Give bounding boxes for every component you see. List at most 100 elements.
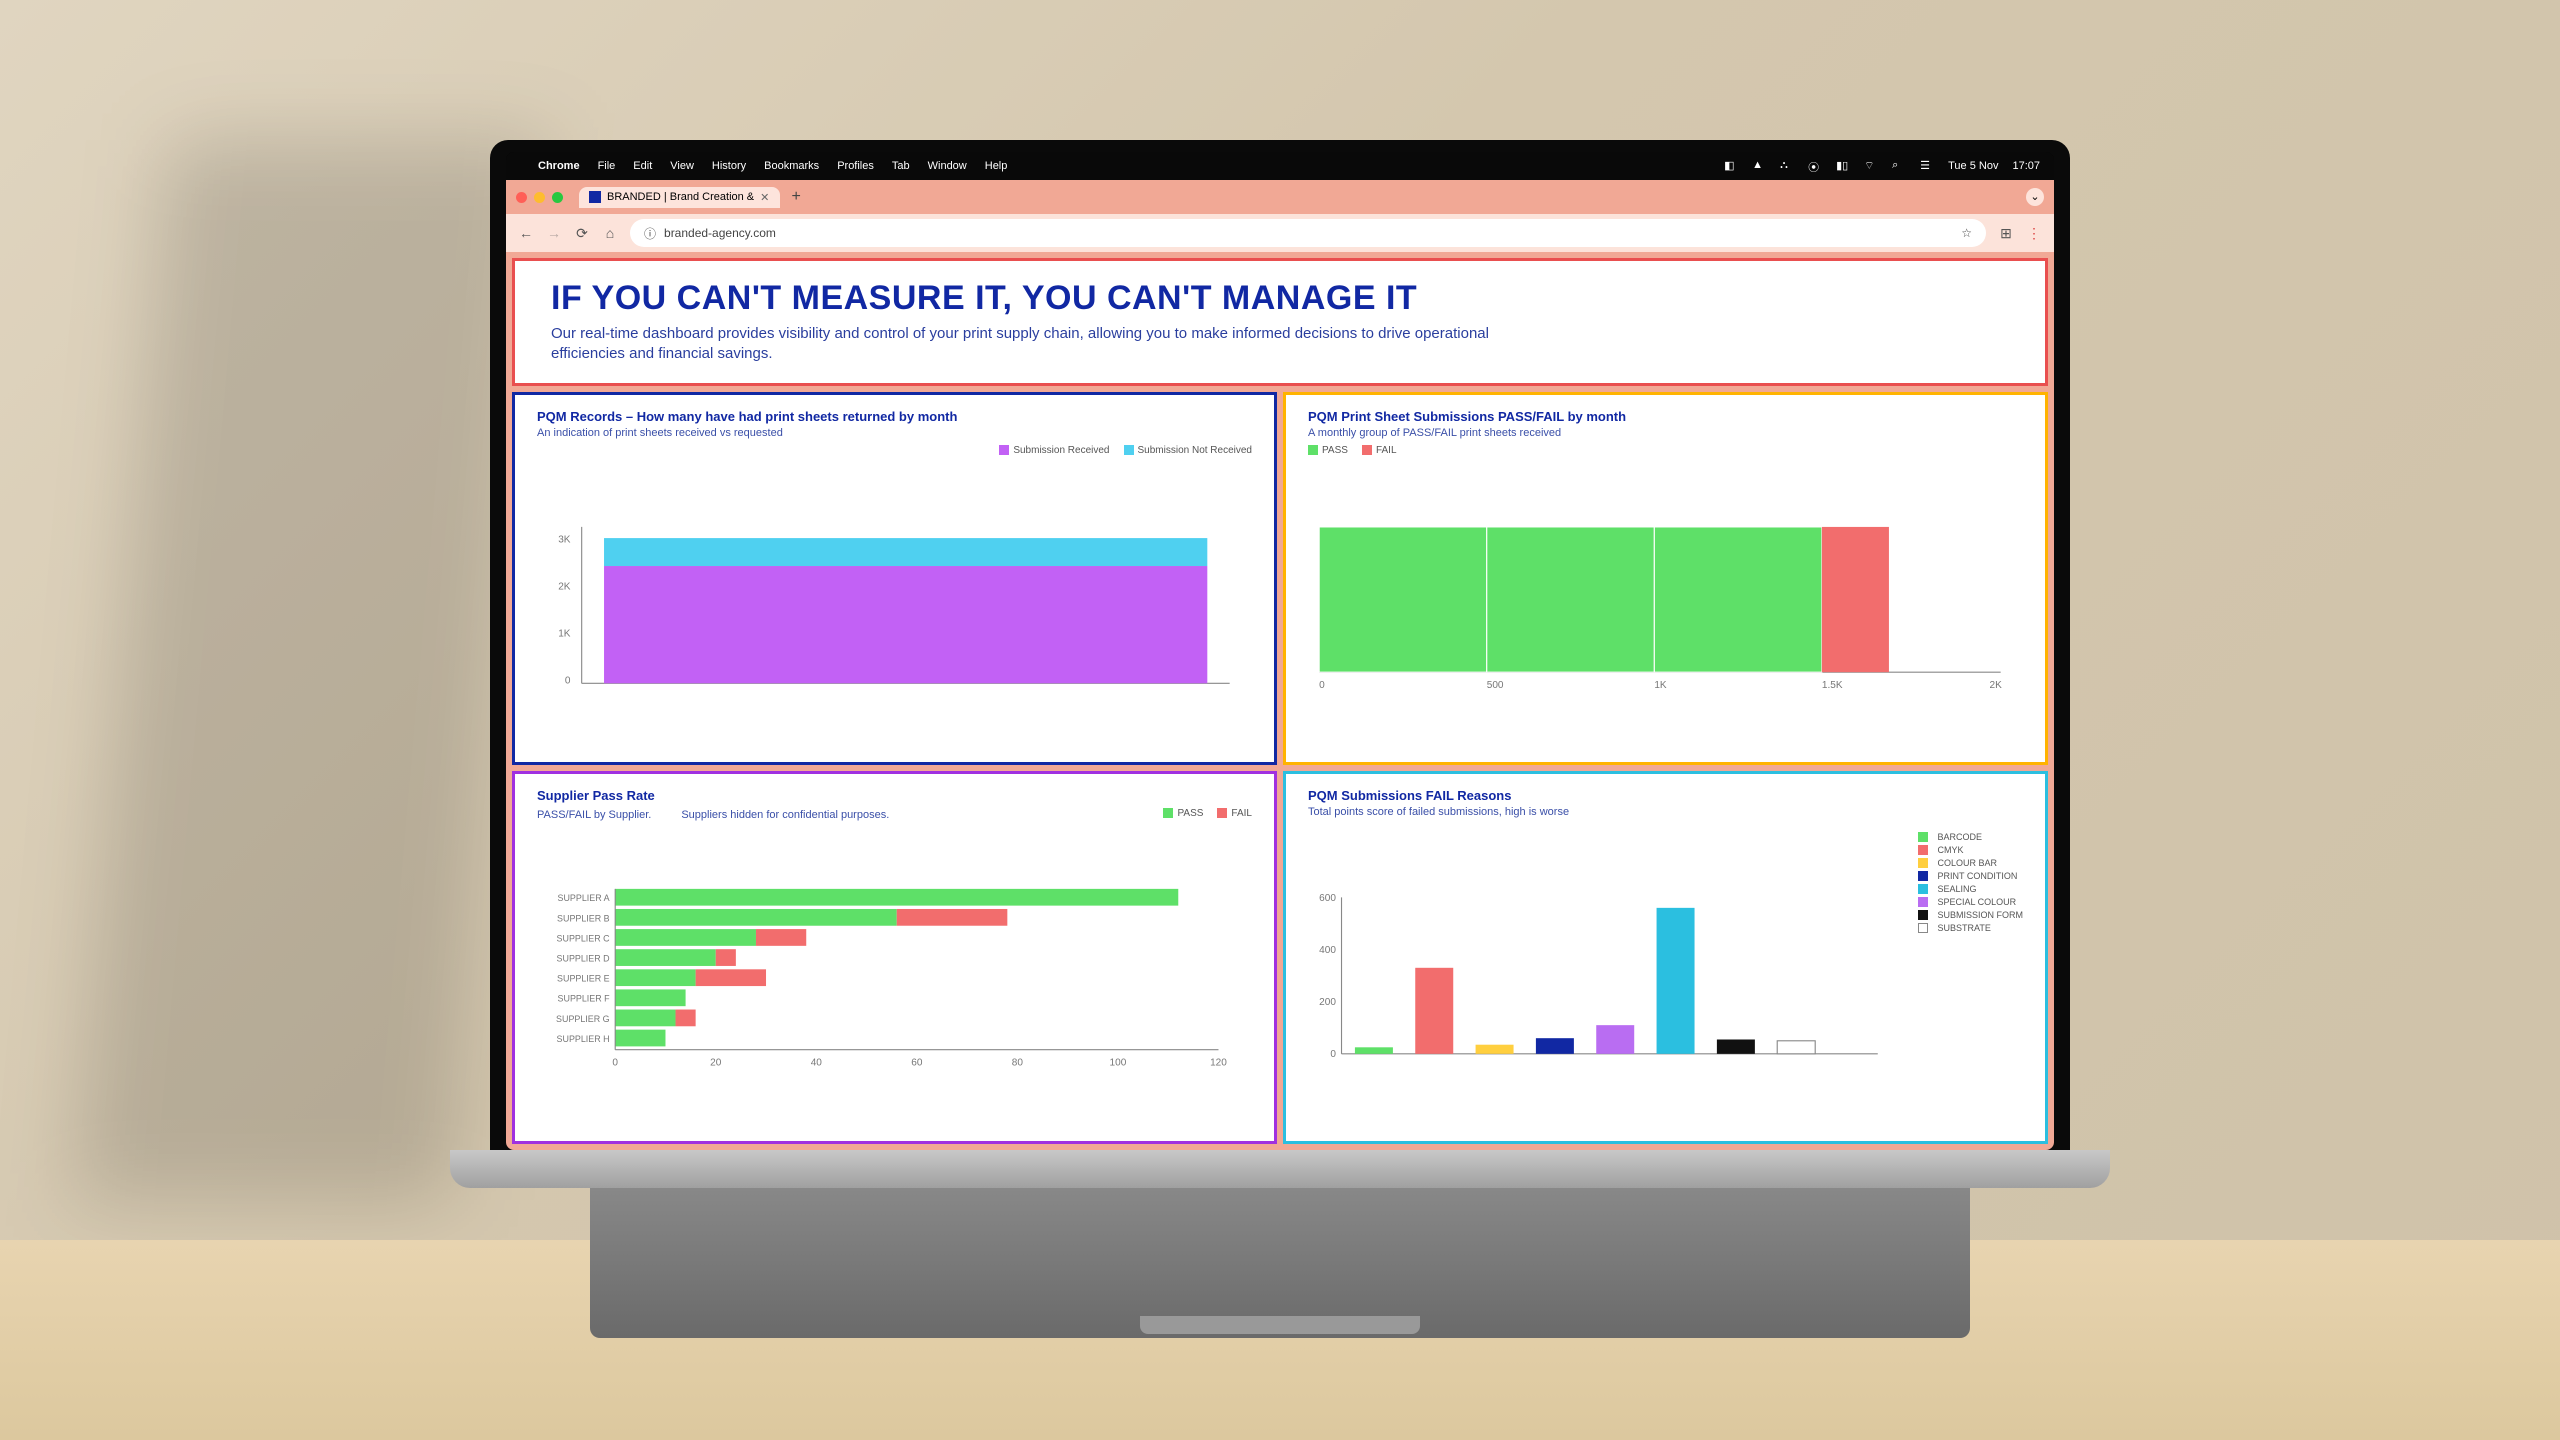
legend-label: FAIL	[1231, 808, 1252, 819]
svg-text:SUPPLIER E: SUPPLIER E	[557, 973, 610, 983]
svg-text:2K: 2K	[558, 581, 571, 592]
site-info-icon[interactable]: ⓘ	[644, 225, 656, 242]
svg-text:0: 0	[612, 1057, 618, 1068]
svg-text:3K: 3K	[558, 534, 571, 545]
status-icon[interactable]: ◧	[1724, 159, 1738, 173]
svg-text:1K: 1K	[558, 628, 571, 639]
menubar-time[interactable]: 17:07	[2012, 160, 2040, 172]
screen: Chrome File Edit View History Bookmarks …	[506, 152, 2054, 1150]
legend-label: CMYK	[1937, 845, 1963, 855]
card-note: Suppliers hidden for confidential purpos…	[681, 809, 889, 821]
svg-text:20: 20	[710, 1057, 722, 1068]
window-controls	[516, 192, 563, 203]
legend-swatch	[1217, 808, 1227, 818]
svg-text:SUPPLIER C: SUPPLIER C	[557, 933, 611, 943]
tab-dropdown-icon[interactable]: ⌄	[2026, 188, 2044, 206]
screen-bezel: Chrome File Edit View History Bookmarks …	[490, 140, 2070, 1150]
address-bar[interactable]: ⓘ branded-agency.com ☆	[630, 219, 1986, 247]
menu-bookmarks[interactable]: Bookmarks	[764, 160, 819, 172]
url-text: branded-agency.com	[664, 226, 776, 240]
chart-legend: PASS FAIL	[1163, 808, 1252, 819]
legend-swatch	[1362, 445, 1372, 455]
svg-text:0: 0	[565, 675, 571, 686]
svg-text:0: 0	[1319, 679, 1325, 690]
status-icon[interactable]: ▲	[1752, 159, 1766, 173]
chart-fail-reasons: BARCODECMYKCOLOUR BARPRINT CONDITIONSEAL…	[1308, 824, 2023, 1127]
legend-swatch	[1163, 808, 1173, 818]
card-title: PQM Records – How many have had print sh…	[537, 409, 1252, 424]
svg-text:2K: 2K	[1989, 679, 2002, 690]
laptop: Chrome File Edit View History Bookmarks …	[490, 140, 2070, 1340]
status-icon[interactable]: ⛬	[1780, 159, 1794, 173]
legend-swatch	[1124, 445, 1134, 455]
app-name[interactable]: Chrome	[538, 160, 580, 172]
card-title: PQM Print Sheet Submissions PASS/FAIL by…	[1308, 409, 2023, 424]
svg-text:SUPPLIER G: SUPPLIER G	[556, 1014, 610, 1024]
menu-window[interactable]: Window	[928, 160, 967, 172]
card-subtitle: Total points score of failed submissions…	[1308, 806, 2023, 818]
chart-supplier-pass-rate: SUPPLIER ASUPPLIER BSUPPLIER CSUPPLIER D…	[537, 827, 1252, 1127]
svg-text:0: 0	[1330, 1049, 1336, 1060]
legend-label: SEALING	[1937, 884, 1976, 894]
svg-text:200: 200	[1319, 997, 1336, 1008]
legend-label: SUBSTRATE	[1937, 923, 1990, 933]
maximize-window-button[interactable]	[552, 192, 563, 203]
extensions-icon[interactable]: ⊞	[1998, 225, 2014, 242]
battery-icon[interactable]: ▮▯	[1836, 159, 1850, 173]
menu-icon[interactable]: ⋮	[2026, 225, 2042, 242]
card-pass-fail-month: PQM Print Sheet Submissions PASS/FAIL by…	[1283, 392, 2048, 765]
hero-title: IF YOU CAN'T MEASURE IT, YOU CAN'T MANAG…	[551, 279, 2009, 318]
back-button[interactable]: ←	[518, 225, 534, 241]
menu-profiles[interactable]: Profiles	[837, 160, 874, 172]
minimize-window-button[interactable]	[534, 192, 545, 203]
browser-tab[interactable]: BRANDED | Brand Creation & ✕	[579, 187, 780, 208]
menu-file[interactable]: File	[598, 160, 616, 172]
card-subtitle: A monthly group of PASS/FAIL print sheet…	[1308, 427, 2023, 439]
legend-swatch	[1918, 910, 1928, 920]
menu-view[interactable]: View	[670, 160, 694, 172]
legend-label: PASS	[1177, 808, 1203, 819]
menu-tab[interactable]: Tab	[892, 160, 910, 172]
menu-edit[interactable]: Edit	[633, 160, 652, 172]
close-window-button[interactable]	[516, 192, 527, 203]
laptop-keyboard	[590, 1188, 1970, 1338]
forward-button[interactable]: →	[546, 225, 562, 241]
menubar-date[interactable]: Tue 5 Nov	[1948, 160, 1998, 172]
reload-button[interactable]: ⟳	[574, 225, 590, 242]
svg-text:40: 40	[811, 1057, 823, 1068]
close-tab-icon[interactable]: ✕	[760, 191, 770, 204]
legend-swatch	[1918, 923, 1928, 933]
legend-swatch	[999, 445, 1009, 455]
laptop-hinge	[450, 1150, 2110, 1188]
svg-text:1K: 1K	[1654, 679, 1667, 690]
legend-label: SPECIAL COLOUR	[1937, 897, 2016, 907]
legend-swatch	[1918, 858, 1928, 868]
legend-label: COLOUR BAR	[1937, 858, 1997, 868]
chart-pqm-records: 0 1K 2K 3K	[537, 462, 1252, 748]
search-icon[interactable]: ⌕	[1892, 159, 1906, 173]
macos-menubar: Chrome File Edit View History Bookmarks …	[506, 152, 2054, 180]
new-tab-button[interactable]: +	[786, 188, 806, 206]
card-pqm-records: PQM Records – How many have had print sh…	[512, 392, 1277, 765]
legend-label: PASS	[1322, 445, 1348, 456]
record-icon[interactable]: ⦿	[1808, 159, 1822, 173]
wifi-icon[interactable]: ⌔	[1864, 159, 1878, 173]
svg-text:400: 400	[1319, 945, 1336, 956]
card-subtitle: PASS/FAIL by Supplier.	[537, 809, 651, 821]
card-fail-reasons: PQM Submissions FAIL Reasons Total point…	[1283, 771, 2048, 1144]
control-center-icon[interactable]: ☰	[1920, 159, 1934, 173]
menu-help[interactable]: Help	[985, 160, 1008, 172]
svg-text:120: 120	[1210, 1057, 1227, 1068]
chart-legend: Submission Received Submission Not Recei…	[537, 445, 1252, 456]
legend-label: SUBMISSION FORM	[1937, 910, 2023, 920]
menu-history[interactable]: History	[712, 160, 746, 172]
legend-label: Submission Received	[1013, 445, 1109, 456]
dashboard-grid: PQM Records – How many have had print sh…	[512, 392, 2048, 1145]
legend-swatch	[1918, 884, 1928, 894]
card-subtitle: An indication of print sheets received v…	[537, 427, 1252, 439]
svg-text:100: 100	[1110, 1057, 1127, 1068]
browser-toolbar: ← → ⟳ ⌂ ⓘ branded-agency.com ☆ ⊞ ⋮	[506, 214, 2054, 252]
bookmark-icon[interactable]: ☆	[1961, 226, 1972, 240]
home-button[interactable]: ⌂	[602, 225, 618, 241]
chart-pass-fail-month: 0 500 1K 1.5K 2K	[1308, 462, 2023, 748]
